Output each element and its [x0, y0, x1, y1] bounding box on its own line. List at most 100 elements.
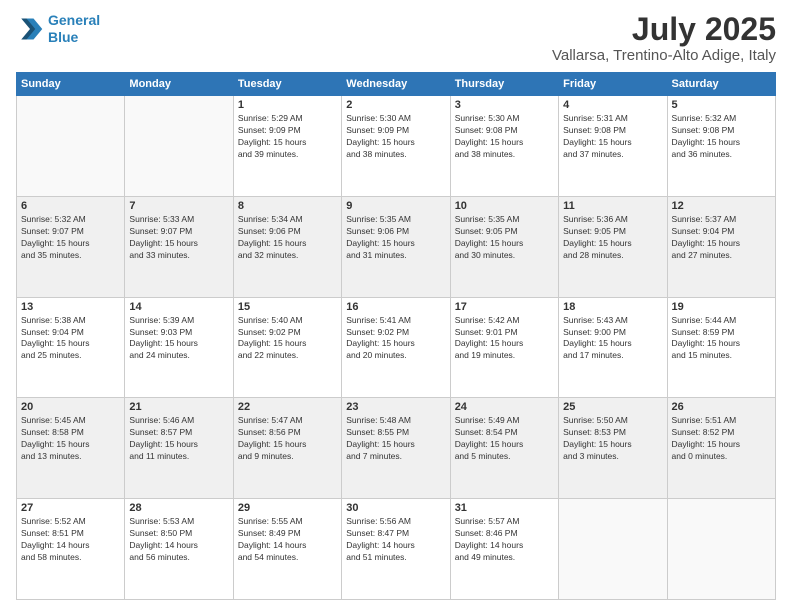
day-info: Sunrise: 5:43 AMSunset: 9:00 PMDaylight:…	[563, 315, 662, 363]
day-number: 7	[129, 200, 228, 212]
day-number: 1	[238, 99, 337, 111]
calendar-day-cell: 6Sunrise: 5:32 AMSunset: 9:07 PMDaylight…	[17, 196, 125, 297]
calendar-day-cell: 30 Sunrise: 5:56 AMSunset: 8:47 PMDayligh…	[342, 499, 450, 600]
calendar-day-cell: 18 Sunrise: 5:43 AMSunset: 9:00 PMDayligh…	[559, 297, 667, 398]
day-info: Sunrise: 5:39 AMSunset: 9:03 PMDaylight:…	[129, 315, 228, 363]
day-info: Sunrise: 5:49 AMSunset: 8:54 PMDaylight:…	[455, 415, 554, 463]
day-number: 31	[455, 502, 554, 514]
day-number: 28	[129, 502, 228, 514]
calendar-day-cell: 16 Sunrise: 5:41 AMSunset: 9:02 PMDayligh…	[342, 297, 450, 398]
calendar-day-cell: 25Sunrise: 5:50 AMSunset: 8:53 PMDayligh…	[559, 398, 667, 499]
day-info: Sunrise: 5:44 AMSunset: 8:59 PMDaylight:…	[672, 315, 771, 363]
day-of-week-header: Monday	[125, 73, 233, 96]
day-number: 13	[21, 301, 120, 313]
day-number: 2	[346, 99, 445, 111]
calendar-day-cell: 22 Sunrise: 5:47 AMSunset: 8:56 PMDayligh…	[233, 398, 341, 499]
day-info: Sunrise: 5:56 AMSunset: 8:47 PMDaylight:…	[346, 516, 445, 564]
day-number: 10	[455, 200, 554, 212]
calendar-day-cell: 29 Sunrise: 5:55 AMSunset: 8:49 PMDayligh…	[233, 499, 341, 600]
day-info: Sunrise: 5:34 AMSunset: 9:06 PMDaylight:…	[238, 214, 337, 262]
calendar-week-row: 27 Sunrise: 5:52 AMSunset: 8:51 PMDayligh…	[17, 499, 776, 600]
calendar-day-cell: 15Sunrise: 5:40 AMSunset: 9:02 PMDayligh…	[233, 297, 341, 398]
day-number: 8	[238, 200, 337, 212]
day-info: Sunrise: 5:35 AMSunset: 9:06 PMDaylight:…	[346, 214, 445, 262]
day-number: 11	[563, 200, 662, 212]
calendar-day-cell: 1 Sunrise: 5:29 AMSunset: 9:09 PMDaylight…	[233, 96, 341, 197]
calendar-day-cell: 23Sunrise: 5:48 AMSunset: 8:55 PMDayligh…	[342, 398, 450, 499]
calendar-day-cell	[667, 499, 775, 600]
calendar-day-cell: 21Sunrise: 5:46 AMSunset: 8:57 PMDayligh…	[125, 398, 233, 499]
day-info: Sunrise: 5:52 AMSunset: 8:51 PMDaylight:…	[21, 516, 120, 564]
day-info: Sunrise: 5:45 AMSunset: 8:58 PMDaylight:…	[21, 415, 120, 463]
calendar-week-row: 1 Sunrise: 5:29 AMSunset: 9:09 PMDaylight…	[17, 96, 776, 197]
day-number: 27	[21, 502, 120, 514]
calendar-day-cell: 28Sunrise: 5:53 AMSunset: 8:50 PMDayligh…	[125, 499, 233, 600]
day-number: 3	[455, 99, 554, 111]
calendar-header-row: SundayMondayTuesdayWednesdayThursdayFrid…	[17, 73, 776, 96]
day-info: Sunrise: 5:48 AMSunset: 8:55 PMDaylight:…	[346, 415, 445, 463]
day-info: Sunrise: 5:55 AMSunset: 8:49 PMDaylight:…	[238, 516, 337, 564]
day-info: Sunrise: 5:46 AMSunset: 8:57 PMDaylight:…	[129, 415, 228, 463]
page: General Blue July 2025 Vallarsa, Trentin…	[0, 0, 792, 612]
day-of-week-header: Saturday	[667, 73, 775, 96]
calendar-week-row: 13 Sunrise: 5:38 AMSunset: 9:04 PMDayligh…	[17, 297, 776, 398]
day-info: Sunrise: 5:38 AMSunset: 9:04 PMDaylight:…	[21, 315, 120, 363]
calendar-week-row: 6Sunrise: 5:32 AMSunset: 9:07 PMDaylight…	[17, 196, 776, 297]
logo-icon	[16, 15, 44, 43]
day-number: 26	[672, 401, 771, 413]
location: Vallarsa, Trentino-Alto Adige, Italy	[552, 47, 776, 64]
day-number: 22	[238, 401, 337, 413]
day-number: 6	[21, 200, 120, 212]
day-number: 14	[129, 301, 228, 313]
day-info: Sunrise: 5:40 AMSunset: 9:02 PMDaylight:…	[238, 315, 337, 363]
calendar-day-cell: 26 Sunrise: 5:51 AMSunset: 8:52 PMDayligh…	[667, 398, 775, 499]
logo: General Blue	[16, 12, 100, 46]
calendar-day-cell: 17 Sunrise: 5:42 AMSunset: 9:01 PMDayligh…	[450, 297, 558, 398]
day-info: Sunrise: 5:29 AMSunset: 9:09 PMDaylight:…	[238, 113, 337, 161]
calendar-day-cell: 20 Sunrise: 5:45 AMSunset: 8:58 PMDayligh…	[17, 398, 125, 499]
day-number: 9	[346, 200, 445, 212]
title-block: July 2025 Vallarsa, Trentino-Alto Adige,…	[552, 12, 776, 64]
day-number: 20	[21, 401, 120, 413]
day-info: Sunrise: 5:30 AMSunset: 9:09 PMDaylight:…	[346, 113, 445, 161]
day-number: 4	[563, 99, 662, 111]
day-number: 29	[238, 502, 337, 514]
day-number: 17	[455, 301, 554, 313]
day-info: Sunrise: 5:35 AMSunset: 9:05 PMDaylight:…	[455, 214, 554, 262]
calendar-day-cell: 2 Sunrise: 5:30 AMSunset: 9:09 PMDaylight…	[342, 96, 450, 197]
day-of-week-header: Wednesday	[342, 73, 450, 96]
day-number: 5	[672, 99, 771, 111]
day-info: Sunrise: 5:32 AMSunset: 9:08 PMDaylight:…	[672, 113, 771, 161]
logo-text: General Blue	[48, 12, 100, 46]
calendar-day-cell: 12 Sunrise: 5:37 AMSunset: 9:04 PMDayligh…	[667, 196, 775, 297]
day-info: Sunrise: 5:31 AMSunset: 9:08 PMDaylight:…	[563, 113, 662, 161]
day-info: Sunrise: 5:47 AMSunset: 8:56 PMDaylight:…	[238, 415, 337, 463]
day-info: Sunrise: 5:37 AMSunset: 9:04 PMDaylight:…	[672, 214, 771, 262]
calendar-day-cell: 9 Sunrise: 5:35 AMSunset: 9:06 PMDaylight…	[342, 196, 450, 297]
calendar-day-cell: 14 Sunrise: 5:39 AMSunset: 9:03 PMDayligh…	[125, 297, 233, 398]
day-of-week-header: Tuesday	[233, 73, 341, 96]
calendar-day-cell: 7 Sunrise: 5:33 AMSunset: 9:07 PMDaylight…	[125, 196, 233, 297]
calendar-week-row: 20 Sunrise: 5:45 AMSunset: 8:58 PMDayligh…	[17, 398, 776, 499]
calendar-day-cell: 8 Sunrise: 5:34 AMSunset: 9:06 PMDaylight…	[233, 196, 341, 297]
calendar-day-cell	[125, 96, 233, 197]
day-number: 12	[672, 200, 771, 212]
calendar-table: SundayMondayTuesdayWednesdayThursdayFrid…	[16, 72, 776, 600]
day-number: 24	[455, 401, 554, 413]
day-of-week-header: Friday	[559, 73, 667, 96]
day-info: Sunrise: 5:42 AMSunset: 9:01 PMDaylight:…	[455, 315, 554, 363]
day-number: 30	[346, 502, 445, 514]
calendar-day-cell: 27 Sunrise: 5:52 AMSunset: 8:51 PMDayligh…	[17, 499, 125, 600]
day-info: Sunrise: 5:41 AMSunset: 9:02 PMDaylight:…	[346, 315, 445, 363]
calendar-day-cell: 31Sunrise: 5:57 AMSunset: 8:46 PMDayligh…	[450, 499, 558, 600]
day-info: Sunrise: 5:51 AMSunset: 8:52 PMDaylight:…	[672, 415, 771, 463]
calendar-day-cell: 4 Sunrise: 5:31 AMSunset: 9:08 PMDaylight…	[559, 96, 667, 197]
calendar-day-cell: 24 Sunrise: 5:49 AMSunset: 8:54 PMDayligh…	[450, 398, 558, 499]
calendar-day-cell	[17, 96, 125, 197]
day-info: Sunrise: 5:33 AMSunset: 9:07 PMDaylight:…	[129, 214, 228, 262]
month-year: July 2025	[552, 12, 776, 47]
day-number: 16	[346, 301, 445, 313]
day-number: 18	[563, 301, 662, 313]
day-of-week-header: Thursday	[450, 73, 558, 96]
day-info: Sunrise: 5:36 AMSunset: 9:05 PMDaylight:…	[563, 214, 662, 262]
